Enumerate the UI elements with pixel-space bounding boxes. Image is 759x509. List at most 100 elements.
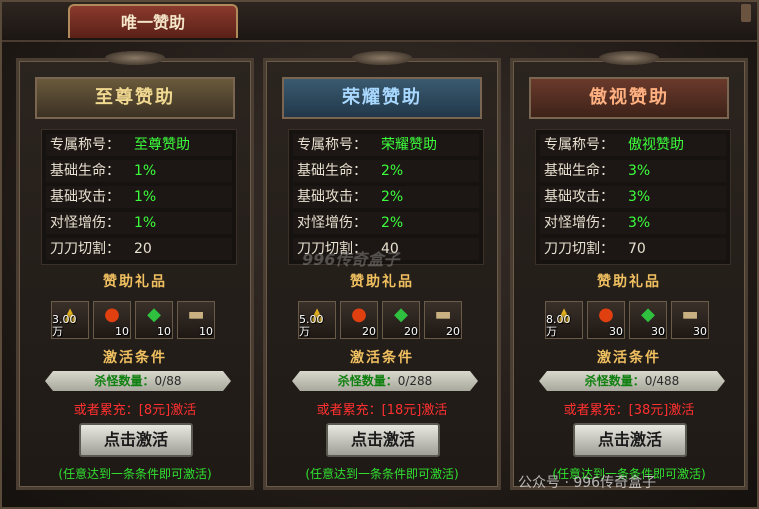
stat-row-attack: 基础攻击： 2% (293, 186, 479, 208)
stat-value: 3% (628, 189, 651, 205)
stat-row-monster-dmg: 对怪增伤： 2% (293, 212, 479, 234)
green-gem-icon: ◆ (394, 304, 408, 325)
stat-label: 刀刀切割： (50, 241, 120, 257)
gift-item[interactable]: ▲ 5.00万 (298, 301, 336, 339)
recharge-prefix: 或者累充： (73, 403, 139, 418)
close-button[interactable] (741, 4, 751, 22)
stat-label: 对怪增伤： (297, 215, 367, 231)
red-orb-icon: ● (598, 304, 614, 325)
stat-value: 3% (628, 163, 651, 179)
kill-value: 0/88 (154, 374, 182, 388)
recharge-prefix: 或者累充： (316, 403, 382, 418)
gift-item[interactable]: ▲ 8.00万 (545, 301, 583, 339)
stat-value: 傲视赞助 (628, 137, 684, 153)
gift-qty: 30 (693, 325, 707, 338)
gift-qty: 20 (362, 325, 376, 338)
kill-value: 0/288 (397, 374, 433, 388)
gift-item[interactable]: ● 30 (587, 301, 625, 339)
stat-row-attack: 基础攻击： 3% (540, 186, 726, 208)
watermark-center: 996传奇盒子 (302, 250, 400, 269)
gift-qty: 10 (115, 325, 129, 338)
gift-items: ▲ 3.00万 ● 10 ◆ 10 ▬ 10 (51, 301, 221, 339)
stat-value: 至尊赞助 (134, 137, 190, 153)
gift-qty: 20 (446, 325, 460, 338)
condition-title: 激活条件 (597, 350, 661, 366)
sponsor-window: 唯一赞助 至尊赞助 专属称号： 至尊赞助 基础生命： 1% 基础攻击： 1% 对… (0, 0, 759, 509)
stat-value: 1% (134, 189, 157, 205)
recharge-prefix: 或者累充： (563, 403, 629, 418)
gift-item[interactable]: ▬ 30 (671, 301, 709, 339)
activate-button[interactable]: 点击激活 (79, 423, 193, 457)
stat-row-hp: 基础生命： 1% (46, 160, 232, 182)
gift-qty: 20 (404, 325, 418, 338)
title-tab[interactable]: 唯一赞助 (68, 4, 238, 38)
recharge-suffix: 激活 (668, 403, 695, 418)
stat-row-hp: 基础生命： 2% (293, 160, 479, 182)
stat-row-title: 专属称号： 荣耀赞助 (293, 134, 479, 156)
stat-value: 荣耀赞助 (381, 137, 437, 153)
stat-row-monster-dmg: 对怪增伤： 1% (46, 212, 232, 234)
stat-value: 1% (134, 215, 157, 231)
kill-progress-bar: 杀怪数量：0/488 (539, 371, 725, 391)
activate-hint: (任意达到一条条件即可激活) (305, 467, 459, 481)
stat-label: 基础生命： (544, 163, 614, 179)
panel-banner: 至尊赞助 (35, 77, 235, 119)
activate-hint: (任意达到一条条件即可激活) (58, 467, 212, 481)
gift-title: 赞助礼品 (350, 274, 414, 290)
gift-item[interactable]: ◆ 10 (135, 301, 173, 339)
panel-banner: 荣耀赞助 (282, 77, 482, 119)
stat-label: 对怪增伤： (50, 215, 120, 231)
kill-label: 杀怪数量： (94, 374, 155, 388)
gift-item[interactable]: ▬ 10 (177, 301, 215, 339)
stat-row-title: 专属称号： 傲视赞助 (540, 134, 726, 156)
panel-ornament (105, 51, 165, 65)
gift-title: 赞助礼品 (103, 274, 167, 290)
gift-qty: 5.00万 (299, 313, 324, 338)
stat-label: 专属称号： (50, 137, 120, 153)
kill-progress-bar: 杀怪数量：0/288 (292, 371, 478, 391)
stat-label: 对怪增伤： (544, 215, 614, 231)
stat-label: 专属称号： (297, 137, 367, 153)
condition-title: 激活条件 (103, 350, 167, 366)
sponsor-panel-zhizun: 至尊赞助 专属称号： 至尊赞助 基础生命： 1% 基础攻击： 1% 对怪增伤： … (16, 51, 254, 490)
stats-box: 专属称号： 荣耀赞助 基础生命： 2% 基础攻击： 2% 对怪增伤： 2% 刀刀… (288, 129, 484, 265)
stat-row-cut: 刀刀切割： 70 (540, 238, 726, 260)
stats-box: 专属称号： 至尊赞助 基础生命： 1% 基础攻击： 1% 对怪增伤： 1% 刀刀… (41, 129, 237, 265)
kill-value: 0/488 (644, 374, 680, 388)
recharge-amount: [8元] (138, 403, 171, 418)
stat-label: 专属称号： (544, 137, 614, 153)
gift-item[interactable]: ● 10 (93, 301, 131, 339)
gift-qty: 30 (651, 325, 665, 338)
stat-label: 基础生命： (297, 163, 367, 179)
stat-label: 刀刀切割： (544, 241, 614, 257)
stat-value: 20 (134, 241, 152, 257)
gift-qty: 10 (157, 325, 171, 338)
red-orb-icon: ● (351, 304, 367, 325)
stat-row-hp: 基础生命： 3% (540, 160, 726, 182)
gift-qty: 30 (609, 325, 623, 338)
green-gem-icon: ◆ (147, 304, 161, 325)
recharge-suffix: 激活 (170, 403, 197, 418)
scroll-icon: ▬ (434, 304, 452, 325)
gift-item[interactable]: ● 20 (340, 301, 378, 339)
activate-button[interactable]: 点击激活 (326, 423, 440, 457)
stat-value: 2% (381, 189, 404, 205)
stat-value: 2% (381, 215, 404, 231)
gift-item[interactable]: ◆ 20 (382, 301, 420, 339)
gift-items: ▲ 5.00万 ● 20 ◆ 20 ▬ 20 (298, 301, 468, 339)
gift-title: 赞助礼品 (597, 274, 661, 290)
recharge-line: 或者累充：[18元]激活 (266, 399, 498, 418)
gift-qty: 10 (199, 325, 213, 338)
recharge-amount: [18元] (381, 403, 422, 418)
gift-item[interactable]: ◆ 30 (629, 301, 667, 339)
gift-item[interactable]: ▲ 3.00万 (51, 301, 89, 339)
kill-progress-bar: 杀怪数量：0/88 (45, 371, 231, 391)
panel-banner: 傲视赞助 (529, 77, 729, 119)
red-orb-icon: ● (104, 304, 120, 325)
stat-label: 基础攻击： (544, 189, 614, 205)
gift-item[interactable]: ▬ 20 (424, 301, 462, 339)
stats-box: 专属称号： 傲视赞助 基础生命： 3% 基础攻击： 3% 对怪增伤： 3% 刀刀… (535, 129, 731, 265)
recharge-amount: [38元] (628, 403, 669, 418)
gift-items: ▲ 8.00万 ● 30 ◆ 30 ▬ 30 (545, 301, 715, 339)
activate-button[interactable]: 点击激活 (573, 423, 687, 457)
